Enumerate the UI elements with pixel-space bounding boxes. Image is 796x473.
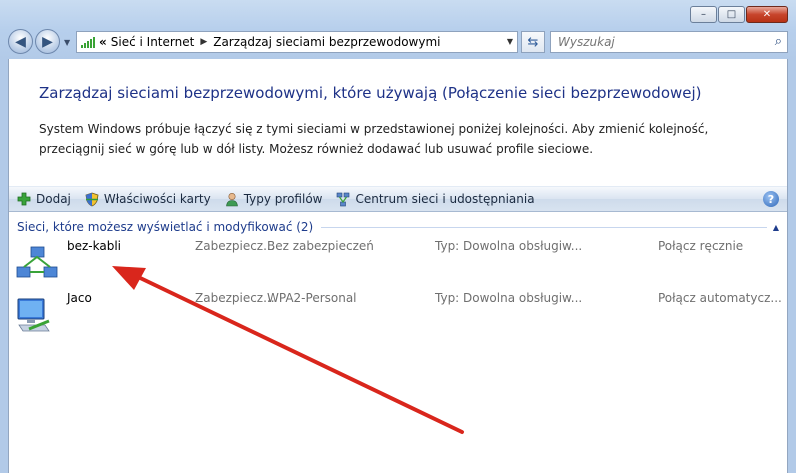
collapse-chevron-icon[interactable]: ▲ bbox=[773, 223, 779, 232]
network-type: Typ: Dowolna obsługiw... bbox=[435, 291, 583, 305]
back-button[interactable]: ◀ bbox=[8, 29, 33, 54]
adhoc-network-icon bbox=[16, 246, 58, 278]
search-box[interactable]: ⌕ bbox=[550, 31, 788, 53]
network-type: Typ: Dowolna obsługiw... bbox=[435, 239, 583, 253]
refresh-button[interactable]: ⇆ bbox=[521, 31, 545, 53]
address-dropdown-icon[interactable]: ▼ bbox=[507, 37, 513, 46]
help-button[interactable]: ? bbox=[763, 191, 779, 207]
search-icon[interactable]: ⌕ bbox=[775, 34, 782, 49]
security-value: Bez zabezpieczeń bbox=[267, 239, 374, 253]
breadcrumb: « Sieć i Internet ▶ Zarządzaj sieciami b… bbox=[99, 35, 441, 49]
adapter-properties-button[interactable]: Właściwości karty bbox=[85, 192, 211, 207]
breadcrumb-separator-icon[interactable]: ▶ bbox=[200, 37, 207, 47]
shield-icon bbox=[85, 192, 99, 206]
add-label: Dodaj bbox=[36, 192, 71, 206]
wireless-network-icon bbox=[17, 298, 50, 332]
security-label: Zabezpiecz... bbox=[195, 239, 275, 253]
group-header-label: Sieci, które możesz wyświetlać i modyfik… bbox=[17, 220, 314, 234]
network-center-label: Centrum sieci i udostępniania bbox=[355, 192, 535, 206]
network-group-header[interactable]: Sieci, które możesz wyświetlać i modyfik… bbox=[17, 219, 779, 235]
forward-arrow-icon: ▶ bbox=[42, 33, 53, 50]
add-button[interactable]: Dodaj bbox=[17, 192, 71, 206]
network-row-jaco[interactable]: Jaco Zabezpiecz... WPA2-Personal Typ: Do… bbox=[9, 289, 787, 341]
group-divider bbox=[321, 226, 767, 228]
security-label: Zabezpiecz... bbox=[195, 291, 275, 305]
back-arrow-icon: ◀ bbox=[15, 33, 26, 50]
breadcrumb-overflow-icon[interactable]: « bbox=[99, 35, 107, 49]
minimize-button[interactable]: – bbox=[690, 6, 717, 23]
caption-buttons: – □ ✕ bbox=[689, 6, 788, 23]
refresh-icon: ⇆ bbox=[527, 34, 539, 50]
adapter-properties-label: Właściwości karty bbox=[103, 192, 211, 206]
user-icon bbox=[225, 192, 238, 206]
maximize-button[interactable]: □ bbox=[718, 6, 745, 23]
plus-icon bbox=[17, 192, 31, 206]
profile-types-label: Typy profilów bbox=[243, 192, 323, 206]
network-center-button[interactable]: Centrum sieci i udostępniania bbox=[336, 192, 535, 207]
network-name: bez-kabli bbox=[67, 239, 122, 253]
page-title: Zarządzaj sieciami bezprzewodowymi, któr… bbox=[39, 84, 702, 102]
forward-button[interactable]: ▶ bbox=[35, 29, 60, 54]
profile-types-button[interactable]: Typy profilów bbox=[225, 192, 323, 207]
recent-pages-dropdown-icon[interactable]: ▼ bbox=[64, 38, 70, 47]
search-input[interactable] bbox=[556, 34, 760, 50]
connect-mode: Połącz automatycz... bbox=[658, 291, 782, 305]
security-value: WPA2-Personal bbox=[267, 291, 357, 305]
command-bar: Dodaj Właściwości karty Typy profilów Ce… bbox=[9, 186, 787, 212]
close-button[interactable]: ✕ bbox=[746, 6, 788, 23]
explorer-window: – □ ✕ ◀ ▶ ▼ « Sieć i Internet ▶ Zarządza… bbox=[0, 0, 796, 473]
breadcrumb-item-wireless[interactable]: Zarządzaj sieciami bezprzewodowymi bbox=[213, 35, 440, 49]
page-description: System Windows próbuje łączyć się z tymi… bbox=[39, 122, 709, 156]
address-bar[interactable]: « Sieć i Internet ▶ Zarządzaj sieciami b… bbox=[76, 31, 518, 53]
help-icon: ? bbox=[767, 192, 775, 206]
network-center-icon bbox=[337, 192, 350, 206]
connect-mode: Połącz ręcznie bbox=[658, 239, 744, 253]
breadcrumb-item-network[interactable]: Sieć i Internet bbox=[111, 35, 195, 49]
network-row-bez-kabli[interactable]: bez-kabli Zabezpiecz... Bez zabezpieczeń… bbox=[9, 237, 787, 289]
network-signal-icon bbox=[81, 36, 95, 48]
network-name: Jaco bbox=[67, 291, 92, 305]
content-pane: Zarządzaj sieciami bezprzewodowymi, któr… bbox=[8, 59, 788, 473]
